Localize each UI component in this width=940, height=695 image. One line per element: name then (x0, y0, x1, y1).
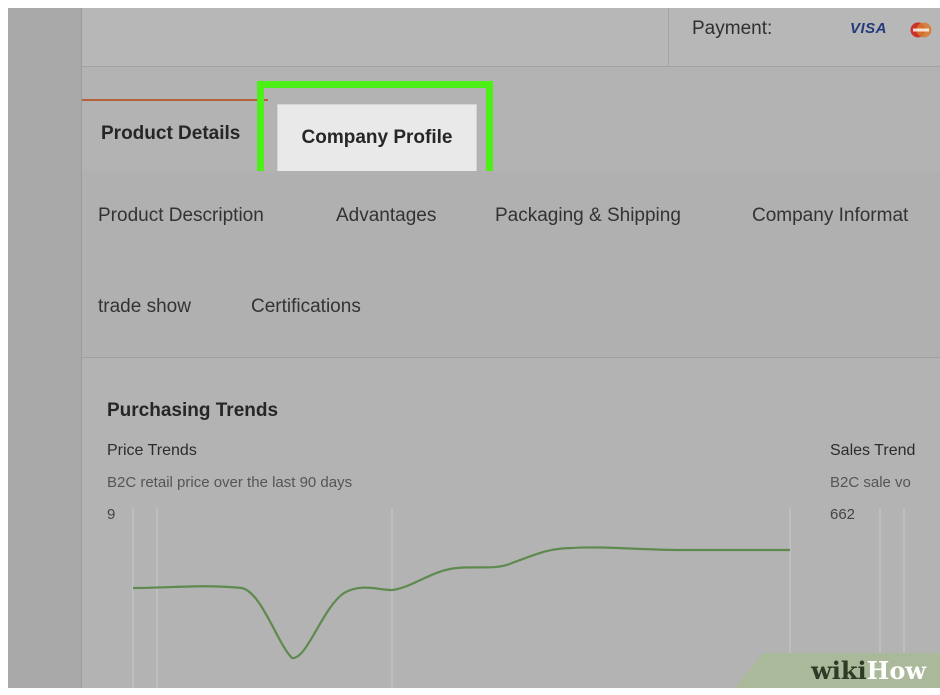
watermark-wiki: wiki (811, 656, 867, 685)
payment-label: Payment: (692, 18, 773, 39)
price-trends-subtitle: B2C retail price over the last 90 days (107, 474, 353, 491)
active-tab-indicator (82, 99, 268, 101)
sales-trend-subtitle: B2C sale vo (830, 474, 911, 491)
sub-navigation: Product Description Advantages Packaging… (82, 171, 940, 358)
subnav-certifications[interactable]: Certifications (251, 296, 361, 318)
tab-product-details[interactable]: Product Details (101, 123, 240, 145)
page: Payment: VISA Product Details Company Pr… (8, 8, 940, 688)
mastercard-icon (910, 22, 932, 38)
purchasing-trends-title: Purchasing Trends (107, 400, 279, 421)
price-trend-line (132, 546, 790, 660)
subnav-advantages[interactable]: Advantages (336, 205, 436, 227)
visa-logo: VISA (850, 20, 888, 37)
subnav-packaging-shipping[interactable]: Packaging & Shipping (495, 205, 681, 227)
subnav-company-information[interactable]: Company Informat (752, 205, 908, 227)
product-content: Payment: VISA Product Details Company Pr… (81, 8, 940, 688)
divider (668, 8, 669, 66)
subnav-product-description[interactable]: Product Description (98, 205, 264, 227)
price-trends-title: Price Trends (107, 442, 197, 459)
payment-row: Payment: VISA (82, 8, 940, 67)
wikihow-watermark: wiki How (735, 653, 940, 688)
watermark-how: How (866, 656, 926, 685)
sales-trend-title: Sales Trend (830, 442, 916, 459)
subnav-trade-show[interactable]: trade show (98, 296, 191, 318)
